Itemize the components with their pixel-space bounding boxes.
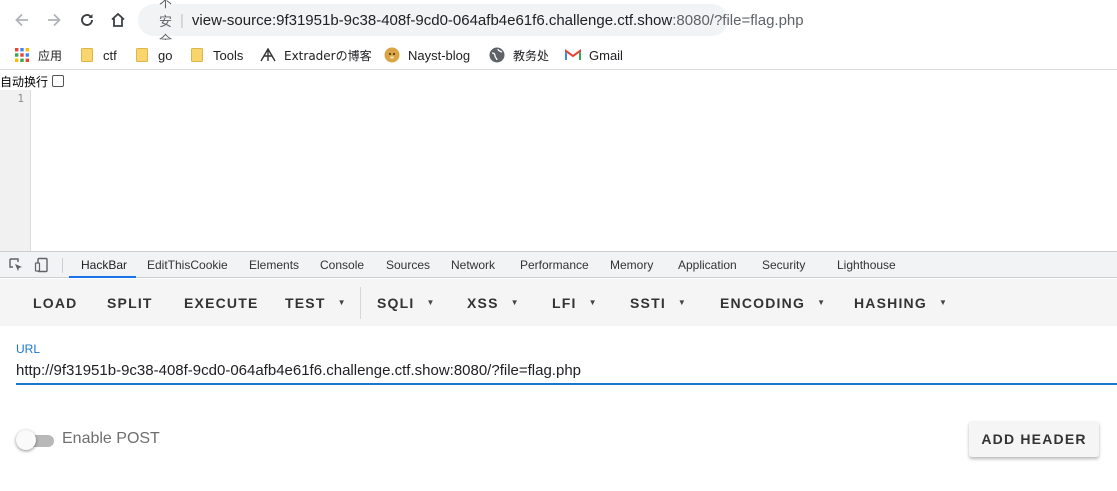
- url-input[interactable]: [16, 357, 1117, 385]
- caret-down-icon: ▼: [588, 298, 597, 307]
- device-toolbar-icon[interactable]: [34, 257, 50, 273]
- bookmark-label: Extraderの博客: [284, 48, 372, 63]
- bookmark-gmail[interactable]: Gmail: [565, 44, 623, 66]
- lfi-menu-button[interactable]: LFI ▼: [552, 291, 597, 315]
- active-tab-indicator: [69, 276, 136, 278]
- line-wrap-checkbox[interactable]: [52, 75, 65, 87]
- caret-down-icon: ▼: [510, 298, 519, 307]
- bookmark-extrader[interactable]: Extraderの博客: [260, 44, 372, 66]
- enable-post-label: Enable POST: [62, 430, 160, 447]
- caret-down-icon: ▼: [938, 298, 947, 307]
- home-icon: [111, 12, 125, 27]
- tab-security[interactable]: Security: [762, 252, 805, 278]
- url-field-label: URL: [16, 342, 41, 356]
- caret-down-icon: ▼: [337, 298, 346, 307]
- button-label: HASHING: [854, 295, 927, 311]
- bookmark-label: 教务处: [513, 48, 550, 63]
- tab-elements[interactable]: Elements: [249, 252, 299, 278]
- ssti-menu-button[interactable]: SSTI ▼: [630, 291, 686, 315]
- bookmark-label: Nayst-blog: [408, 47, 471, 63]
- folder-icon: [134, 47, 150, 63]
- tab-network[interactable]: Network: [451, 252, 495, 278]
- line-number-gutter: 1: [0, 90, 31, 251]
- address-bar[interactable]: 不安全 | view-source:9f31951b-9c38-408f-9cd…: [138, 0, 804, 49]
- bookmark-apps[interactable]: 应用: [14, 44, 62, 66]
- split-button[interactable]: SPLIT: [107, 291, 153, 315]
- button-label: SQLI: [377, 295, 415, 311]
- forward-arrow-icon: [48, 13, 61, 27]
- devtools-tab-bar: HackBar EditThisCookie Elements Console …: [0, 251, 1117, 278]
- bookmark-label: go: [158, 47, 173, 63]
- forward-button[interactable]: [41, 7, 67, 33]
- button-label: XSS: [467, 295, 499, 311]
- button-label: EXECUTE: [184, 295, 259, 311]
- home-button[interactable]: [105, 7, 131, 33]
- browser-toolbar: 不安全 | view-source:9f31951b-9c38-408f-9cd…: [0, 0, 1117, 49]
- bookmark-folder-tools[interactable]: Tools: [189, 44, 243, 66]
- tab-memory[interactable]: Memory: [610, 252, 653, 278]
- load-button[interactable]: LOAD: [33, 291, 77, 315]
- bookmark-label: Gmail: [589, 47, 623, 63]
- source-code-area[interactable]: [32, 90, 1117, 251]
- execute-button[interactable]: EXECUTE: [184, 291, 259, 315]
- caret-down-icon: ▼: [817, 298, 825, 307]
- bookmark-label: 应用: [38, 48, 63, 63]
- button-label: LOAD: [33, 295, 78, 311]
- toolbar-divider: [360, 287, 361, 319]
- button-label: TEST: [285, 295, 326, 311]
- button-label: SSTI: [630, 295, 666, 311]
- tab-lighthouse[interactable]: Lighthouse: [837, 252, 896, 278]
- line-wrap-label: 自动换行: [0, 74, 49, 89]
- xss-menu-button[interactable]: XSS ▼: [467, 291, 519, 315]
- encoding-menu-button[interactable]: ENCODING ▼: [720, 291, 825, 315]
- bookmark-folder-ctf[interactable]: ctf: [79, 44, 117, 66]
- enable-post-toggle[interactable]: [16, 430, 54, 450]
- reload-button[interactable]: [74, 7, 100, 33]
- url-host-text: view-source:9f31951b-9c38-408f-9cd0-064a…: [191, 11, 673, 29]
- line-wrap-toggle[interactable]: 自动换行: [0, 72, 65, 90]
- button-label: LFI: [552, 295, 577, 311]
- url-port-query-text: :8080/?file=flag.php: [672, 11, 804, 29]
- button-label: ENCODING: [720, 295, 806, 311]
- tab-sources[interactable]: Sources: [386, 252, 430, 278]
- devtools-separator: [62, 258, 63, 273]
- tab-performance[interactable]: Performance: [520, 252, 589, 278]
- extrader-logo-icon: [260, 47, 276, 63]
- bookmark-nayst-blog[interactable]: Nayst-blog: [384, 44, 470, 66]
- gmail-icon: [565, 47, 581, 63]
- folder-icon: [189, 47, 205, 63]
- add-header-button[interactable]: ADD HEADER: [969, 421, 1099, 457]
- bookmark-folder-go[interactable]: go: [134, 44, 172, 66]
- hackbar-toolbar: LOAD SPLIT EXECUTE TEST ▼ SQLI ▼ XSS ▼ LFI ▼…: [0, 279, 1117, 326]
- reload-icon: [81, 14, 93, 26]
- hashing-menu-button[interactable]: HASHING ▼: [854, 291, 947, 315]
- bookmark-label: Tools: [213, 47, 244, 63]
- doge-icon: [384, 47, 400, 63]
- sqli-menu-button[interactable]: SQLI ▼: [377, 291, 434, 315]
- bookmarks-bar: 应用 ctf go Tools Extraderの博客 Nayst-blog 教…: [0, 40, 1117, 70]
- tab-hackbar[interactable]: HackBar: [81, 252, 127, 278]
- apps-grid-icon: [14, 47, 30, 63]
- back-button[interactable]: [9, 7, 35, 33]
- caret-down-icon: ▼: [426, 298, 435, 307]
- caret-down-icon: ▼: [677, 298, 686, 307]
- globe-icon: [489, 47, 505, 63]
- bookmark-jiaowuchu[interactable]: 教务处: [489, 44, 549, 66]
- inspect-element-icon[interactable]: [8, 257, 24, 273]
- tab-editthiscookie[interactable]: EditThisCookie: [147, 252, 228, 278]
- test-menu-button[interactable]: TEST ▼: [285, 291, 346, 315]
- address-separator: |: [180, 11, 184, 29]
- folder-icon: [79, 47, 95, 63]
- button-label: SPLIT: [107, 295, 153, 311]
- tab-application[interactable]: Application: [678, 252, 737, 278]
- bookmark-label: ctf: [103, 47, 117, 63]
- toggle-thumb: [16, 430, 36, 450]
- back-arrow-icon: [15, 13, 28, 27]
- line-number: 1: [17, 92, 24, 105]
- tab-console[interactable]: Console: [320, 252, 364, 278]
